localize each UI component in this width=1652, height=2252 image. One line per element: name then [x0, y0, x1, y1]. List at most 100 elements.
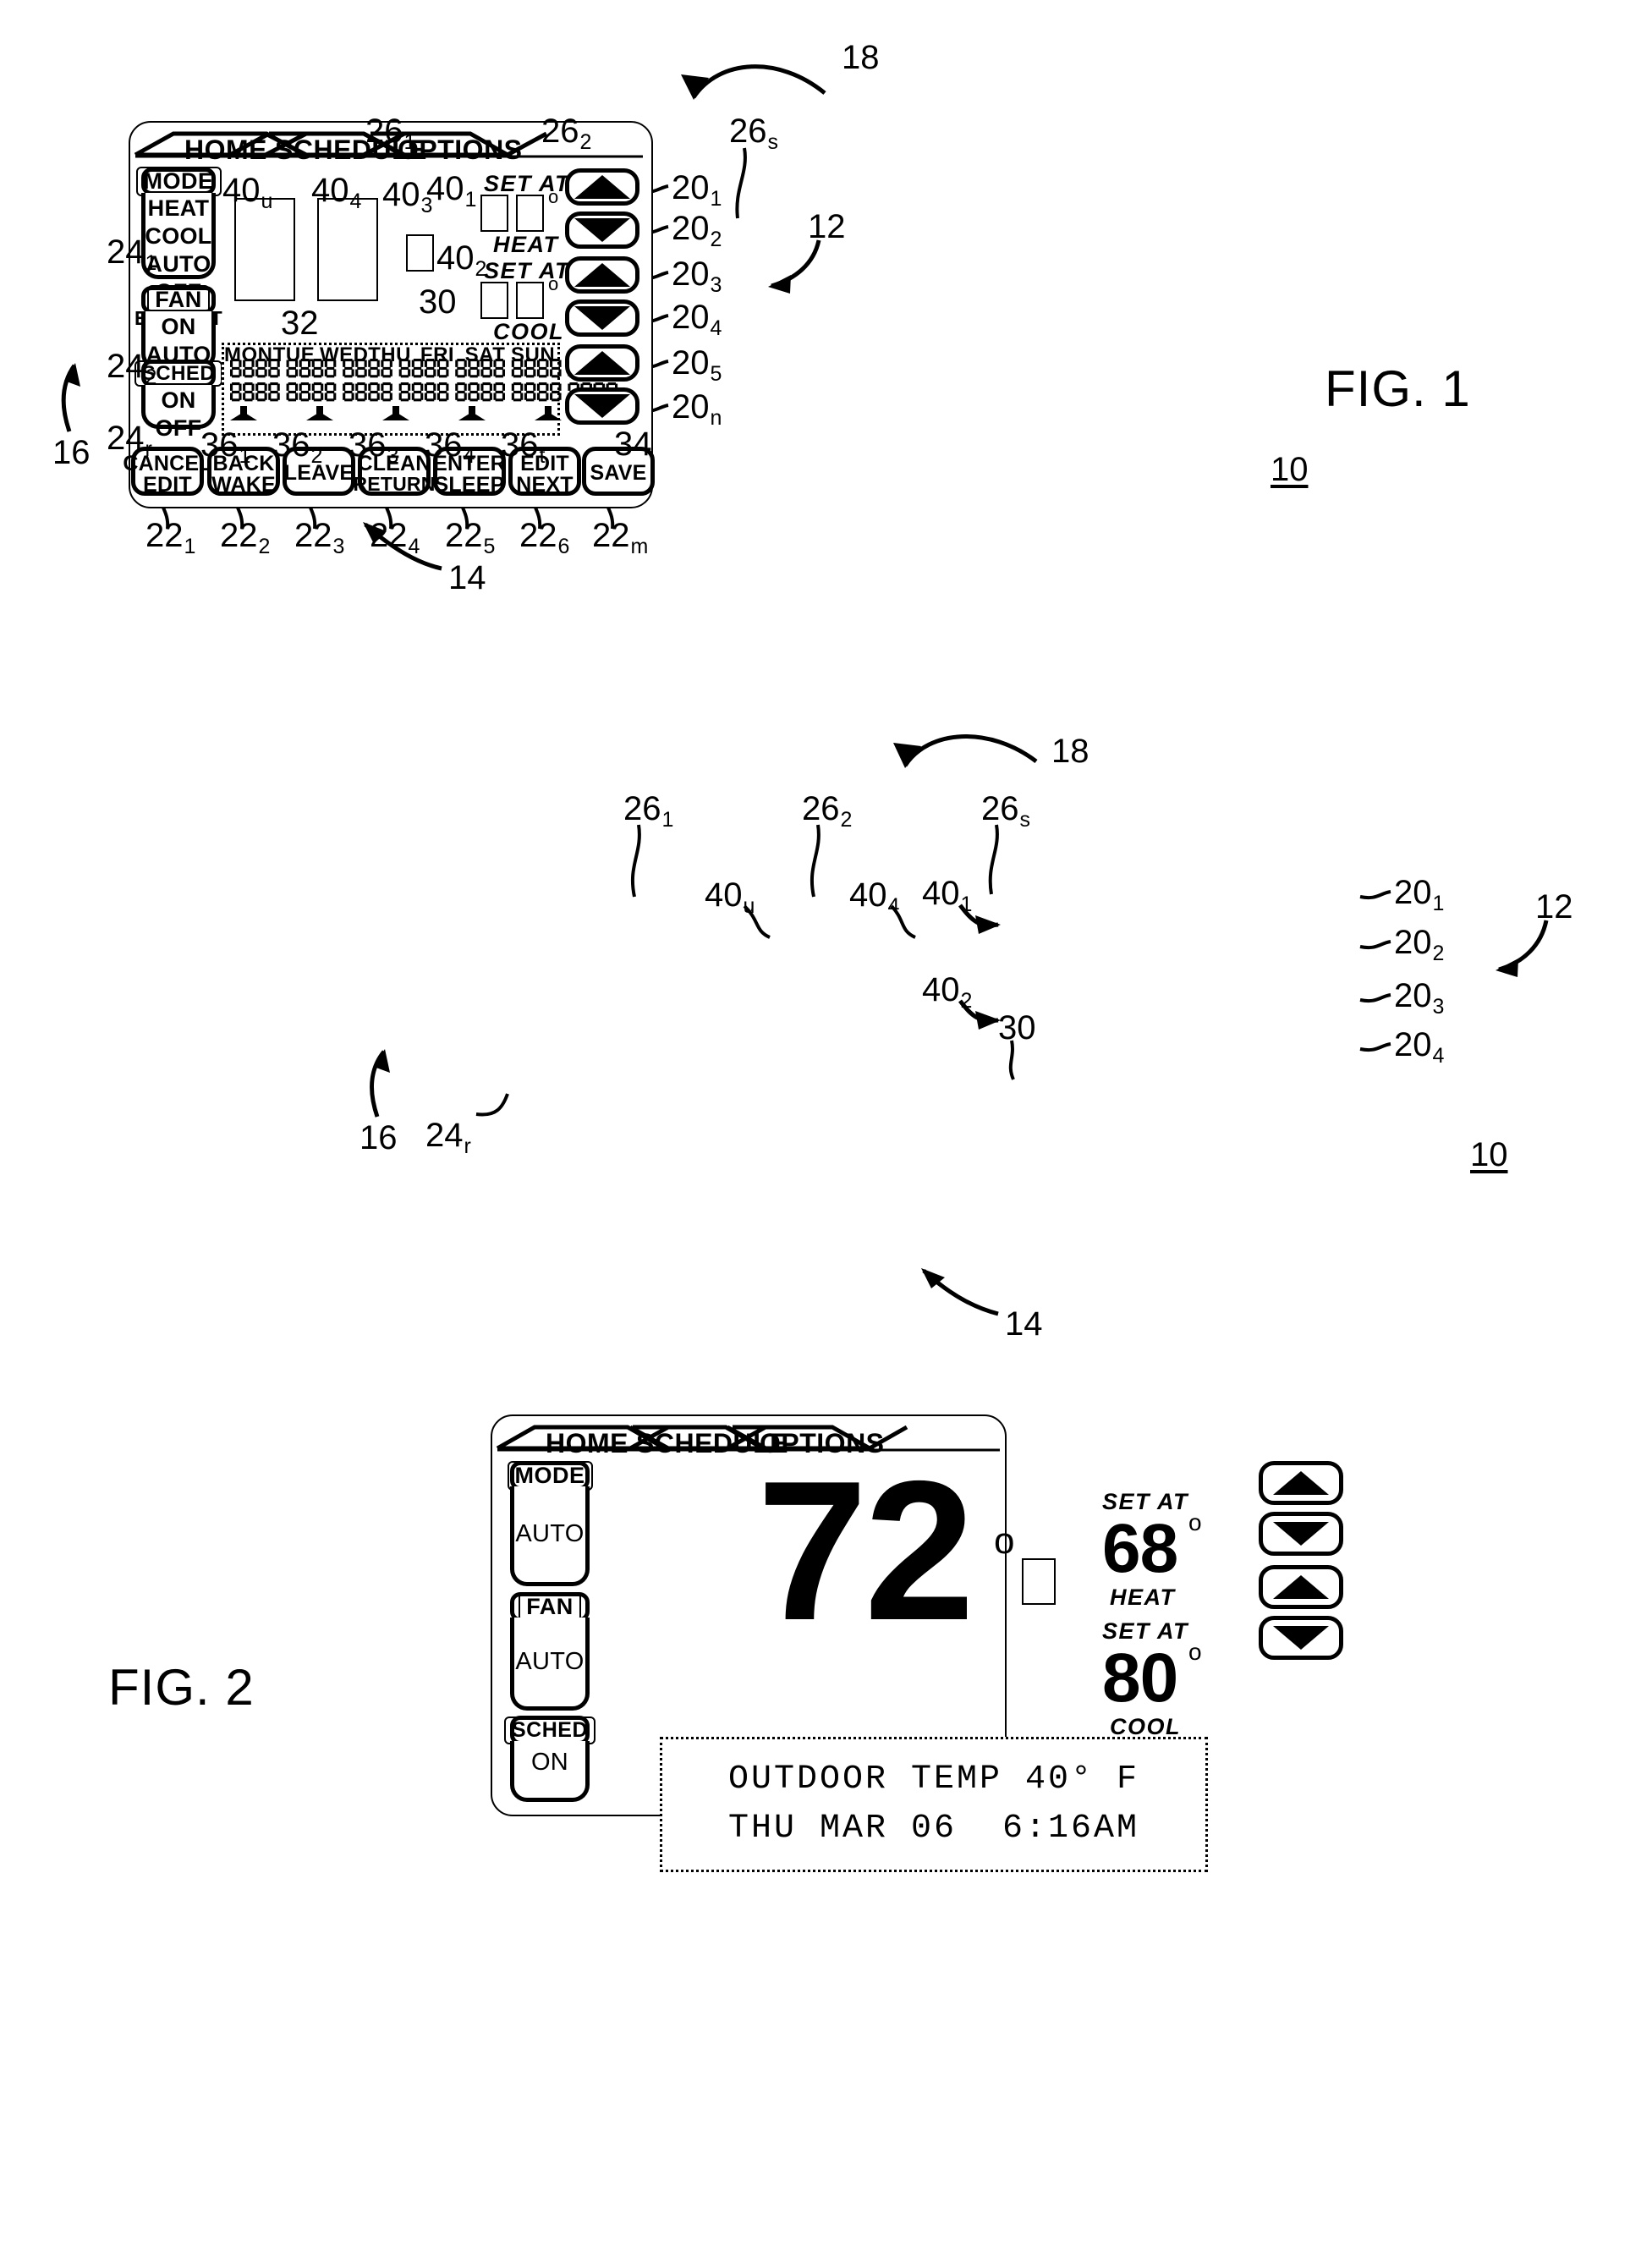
seven-segment-digit [343, 382, 354, 402]
ref-26-1-fig2: 261 [623, 790, 674, 832]
seven-segment-digit [286, 382, 299, 402]
arrow-key-20-1-fig1[interactable] [565, 168, 639, 206]
seven-segment-digit [468, 382, 480, 402]
ref-12-fig1: 12 [808, 208, 846, 245]
fig2-title: FIG. 2 [108, 1659, 255, 1716]
seven-segment-digit [299, 359, 311, 378]
seven-segment-digit [311, 359, 324, 378]
arrow-up-icon [574, 351, 630, 375]
seven-segment-digit [368, 382, 380, 402]
tab-options-fig1[interactable]: OPTIONS [398, 135, 523, 166]
softkey-line-1: SAVE [590, 461, 647, 485]
arrow-down-icon [574, 218, 630, 242]
arrow-key-20-5-fig1[interactable] [565, 344, 639, 382]
seven-segment-digit [411, 359, 424, 378]
ref-20-4-fig1: 204 [672, 299, 722, 340]
ref-14-fig2: 14 [1005, 1305, 1043, 1343]
setat-heat-value-fig2: 68 [1102, 1510, 1178, 1587]
ref-36-2-fig1: 362 [272, 426, 323, 468]
ref-40-4-fig1: 404 [311, 172, 362, 213]
seven-segment-digit [255, 382, 267, 402]
seven-segment-digit [243, 359, 255, 378]
sched-value-fig2[interactable]: ON [510, 1741, 590, 1802]
arrow-key-20-2-fig1[interactable] [565, 211, 639, 249]
arrow-up-icon [574, 175, 630, 199]
degree-symbol-cool-fig2: o [1188, 1639, 1202, 1665]
ref-10-fig1: 10 [1271, 451, 1309, 488]
ref-20-2-fig2: 202 [1394, 924, 1445, 965]
fan-header-fig1[interactable]: FAN [141, 285, 216, 315]
ref-24-r-fig1: 24r [107, 420, 152, 461]
schedule-segment-row-1 [230, 359, 619, 378]
current-temperature-degree-fig2: o [994, 1520, 1015, 1562]
mode-header-fig1[interactable]: MODE [135, 167, 222, 196]
sched-options-fig1[interactable]: ON OFF [141, 385, 216, 441]
arrow-down-icon [574, 306, 630, 330]
fan-header-label: FAN [147, 285, 210, 315]
arrow-key-20-4-fig2[interactable] [1259, 1616, 1343, 1660]
seven-segment-digit [480, 359, 492, 378]
ref-26-2-fig2: 262 [802, 790, 853, 832]
arrow-key-20-3-fig1[interactable] [565, 256, 639, 294]
mode-current-value: AUTO [515, 1519, 585, 1547]
ref-20-1-fig2: 201 [1394, 874, 1445, 915]
ref-20-n-fig1: 20n [672, 388, 722, 430]
arrow-key-20-n-fig1[interactable] [565, 387, 639, 425]
ref-20-1-fig1: 201 [672, 169, 722, 211]
field-403-fig1 [406, 234, 434, 272]
fan-option-on[interactable]: ON [161, 313, 195, 341]
sched-option-off[interactable]: OFF [156, 415, 202, 442]
seven-segment-digit [381, 359, 392, 378]
message-line-2: THU MAR 06 6:16AM [727, 1810, 1140, 1848]
ref-22-6-fig1: 226 [519, 517, 570, 558]
softkey-line-2: WAKE [211, 473, 276, 497]
arrow-key-20-2-fig2[interactable] [1259, 1512, 1343, 1556]
setat-heat-digit1-fig1 [480, 195, 508, 232]
ref-20-5-fig1: 205 [672, 344, 722, 386]
sched-header-label: SCHED [504, 1716, 596, 1744]
schedule-segment-row-2 [230, 382, 619, 402]
arrow-key-20-4-fig1[interactable] [565, 299, 639, 337]
ref-40-1-fig2: 401 [922, 875, 973, 916]
seven-segment-digit [424, 359, 436, 378]
seven-segment-digit [550, 359, 562, 378]
field-40u-fig1 [234, 198, 295, 301]
seven-segment-digit [230, 359, 242, 378]
ref-20-3-fig2: 203 [1394, 977, 1445, 1019]
ref-26-s-fig2: 26s [981, 790, 1030, 832]
current-temperature-fig2: 72 [757, 1439, 974, 1662]
ref-20-3-fig1: 203 [672, 255, 722, 297]
ref-40-3-fig1: 403 [382, 176, 433, 217]
seven-segment-digit [355, 382, 367, 402]
ref-40-u-fig2: 40u [705, 876, 755, 918]
fan-value-fig2[interactable]: AUTO [510, 1618, 590, 1711]
seven-segment-digit [286, 359, 299, 378]
arrow-down-icon [1273, 1626, 1329, 1650]
seven-segment-digit [381, 382, 392, 402]
seven-segment-digit [455, 359, 467, 378]
seven-segment-digit [511, 382, 524, 402]
setat-heat-label-fig2: HEAT [1110, 1585, 1176, 1610]
ref-40-4-fig2: 404 [849, 876, 900, 918]
sched-current-value: ON [530, 1749, 569, 1776]
ref-34-fig1: 34 [614, 426, 652, 463]
ref-26-1-fig1: 261 [365, 113, 416, 154]
mode-option-heat[interactable]: HEAT [148, 195, 210, 222]
ref-16-fig1: 16 [52, 434, 91, 471]
ref-30-fig2: 30 [998, 1009, 1036, 1046]
arrow-key-20-3-fig2[interactable] [1259, 1565, 1343, 1609]
field-404-fig1 [317, 198, 378, 301]
ref-26-2-fig1: 262 [541, 113, 592, 154]
tab-home-fig2[interactable]: HOME [546, 1428, 628, 1459]
seven-segment-digit [368, 359, 380, 378]
seven-segment-digit [268, 382, 280, 402]
seven-segment-digit [311, 382, 324, 402]
ref-22-5-fig1: 225 [445, 517, 496, 558]
arrow-key-20-1-fig2[interactable] [1259, 1461, 1343, 1505]
softkey-line-2: RETURN [353, 473, 436, 495]
seven-segment-digit [480, 382, 492, 402]
ref-18-fig2: 18 [1051, 733, 1089, 770]
sched-option-on[interactable]: ON [161, 387, 195, 415]
tab-home-fig1[interactable]: HOME [184, 135, 267, 166]
mode-value-fig2[interactable]: AUTO [510, 1486, 590, 1586]
